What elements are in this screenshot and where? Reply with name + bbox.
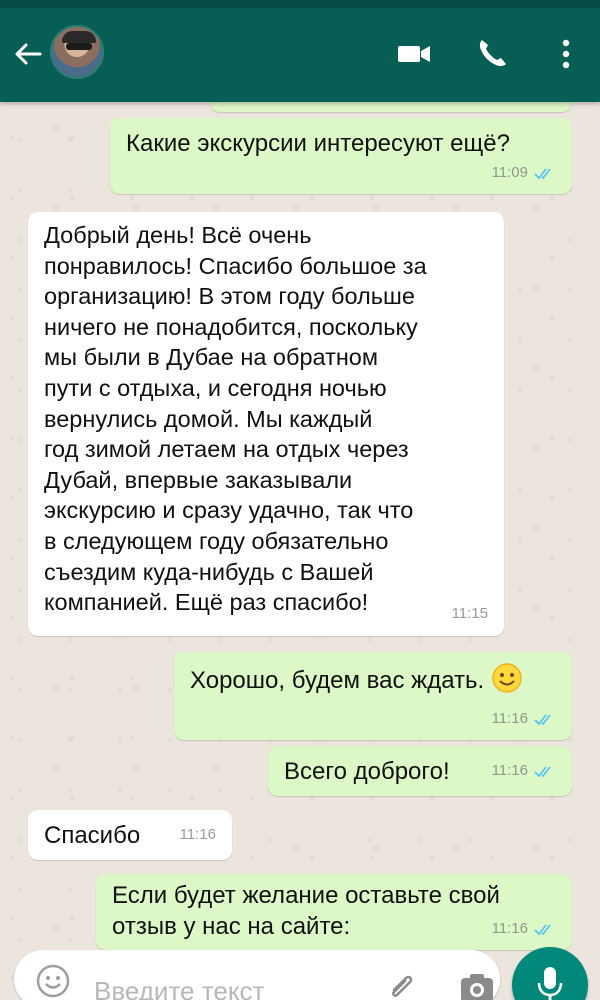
double-check-read-icon — [534, 766, 551, 777]
paperclip-icon[interactable] — [384, 970, 420, 1000]
more-vert-icon[interactable] — [546, 34, 586, 74]
phone-icon[interactable] — [472, 34, 512, 74]
message-meta: 11:15 — [452, 599, 488, 630]
smiling-face-emoji-icon — [492, 663, 522, 693]
message-line: отзыв у нас на сайте: — [112, 913, 351, 940]
chat-header — [0, 0, 600, 102]
status-bar — [0, 0, 600, 8]
message-line: Если будет желание оставьте свой — [112, 882, 500, 909]
double-check-read-icon — [534, 168, 551, 179]
message-input[interactable]: Введите текст — [14, 950, 500, 1000]
message-line: пути с отдыха, и сегодня ночью — [44, 374, 387, 401]
message-time: 11:09 — [491, 164, 528, 181]
message-text: Хорошо, будем вас ждать. — [190, 667, 485, 694]
message-time: 11:16 — [179, 826, 216, 843]
microphone-icon — [537, 967, 563, 1000]
message-meta: 11:16 — [492, 913, 556, 944]
message-meta: 11:16 — [180, 819, 216, 850]
message-bubble-incoming[interactable]: Спасибо 11:16 — [28, 810, 232, 860]
message-bubble-outgoing[interactable]: Всего доброго! 11:16 — [268, 746, 572, 796]
message-line: вернулись домой. Мы каждый — [44, 405, 373, 432]
message-time: 11:16 — [491, 762, 528, 779]
smiley-icon[interactable] — [34, 962, 72, 1000]
message-bubble-outgoing[interactable]: Какие экскурсии интересуют ещё? 11:09 — [110, 118, 572, 194]
contact-avatar[interactable] — [50, 25, 104, 79]
double-check-read-icon — [534, 924, 551, 935]
message-time: 11:15 — [451, 605, 488, 623]
message-line: в следующем году обязательно — [44, 527, 389, 554]
message-line: Дубай, впервые заказывали — [44, 466, 353, 493]
message-bubble-outgoing[interactable]: Хорошо, будем вас ждать. 11:16 — [174, 652, 572, 740]
message-meta: 11:16 — [492, 703, 556, 734]
avatar-cap — [62, 31, 96, 43]
microphone-button[interactable] — [512, 947, 588, 1000]
message-line: год зимой летаем на отдых через — [44, 436, 409, 463]
avatar-glasses — [66, 43, 92, 50]
message-bubble-incoming[interactable]: Добрый день! Всё очень понравилось! Спас… — [28, 212, 504, 636]
message-line: экскурсию и сразу удачно, так что — [44, 497, 414, 524]
message-bubble-outgoing[interactable]: Если будет желание оставьте свой отзыв у… — [96, 874, 572, 950]
message-text: Какие экскурсии интересуют ещё? — [126, 130, 510, 157]
message-line: компанией. Ещё раз спасибо! — [44, 589, 369, 616]
message-meta: 11:16 — [492, 755, 556, 786]
composer-bar: Введите текст — [0, 944, 600, 1000]
camera-icon[interactable] — [458, 970, 496, 1000]
message-line: понравилось! Спасибо большое за — [44, 252, 427, 279]
message-time: 11:16 — [491, 920, 528, 937]
message-input-placeholder: Введите текст — [94, 976, 265, 1000]
message-line: ничего не понадобится, поскольку — [44, 313, 418, 340]
message-line: Добрый день! Всё очень — [44, 222, 312, 248]
message-meta: 11:09 — [492, 157, 556, 188]
message-line: мы были в Дубае на обратном — [44, 344, 379, 371]
message-text: Всего доброго! — [284, 758, 450, 785]
double-check-read-icon — [534, 714, 551, 725]
message-line: организацию! В этом году больше — [44, 283, 415, 310]
video-call-icon[interactable] — [394, 34, 434, 74]
message-text: Спасибо — [44, 822, 141, 849]
message-time: 11:16 — [491, 710, 528, 727]
arrow-left-icon[interactable] — [10, 36, 46, 72]
message-line: съездим куда-нибудь с Вашей — [44, 558, 374, 585]
